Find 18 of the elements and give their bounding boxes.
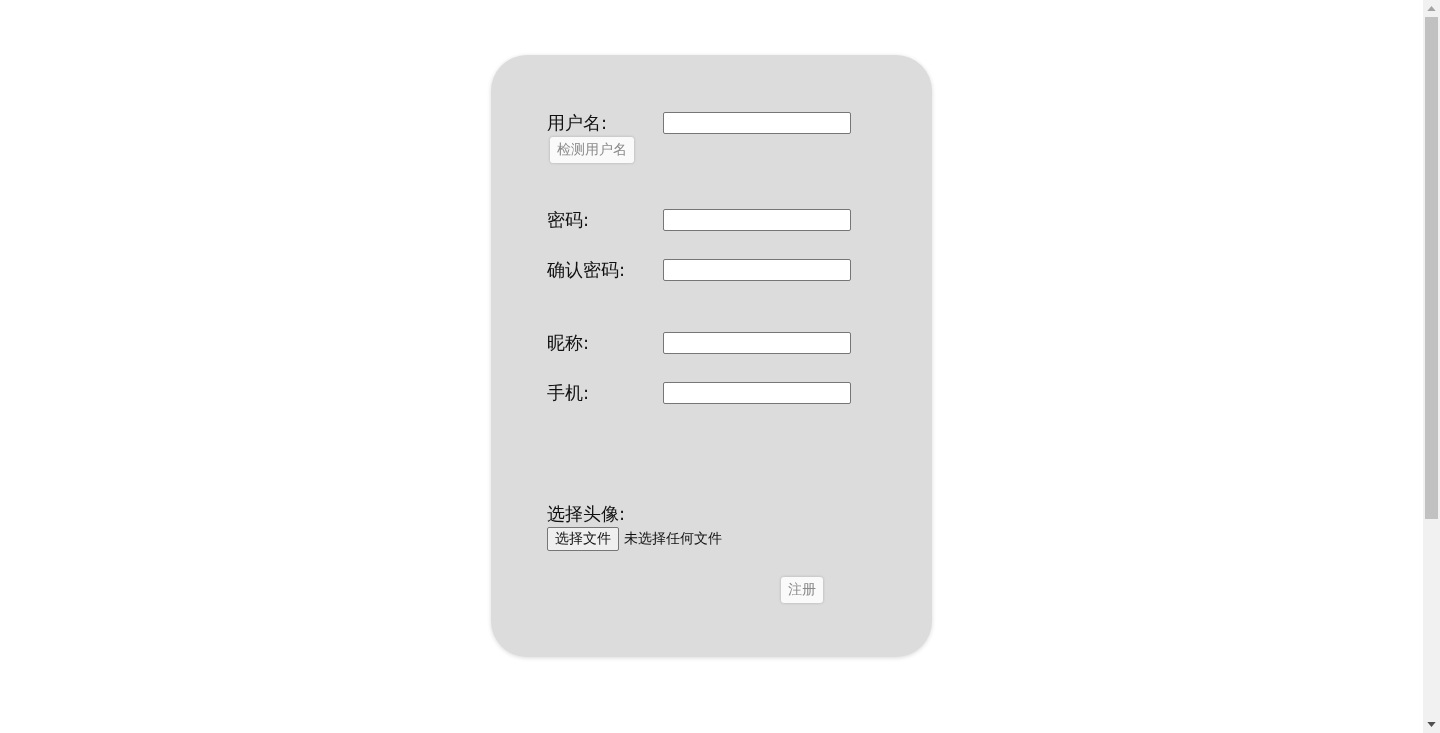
input-field[interactable] bbox=[663, 332, 851, 354]
field-label: 确认密码: bbox=[547, 258, 627, 282]
file-status-text: 未选择任何文件 bbox=[624, 530, 722, 548]
scroll-down-icon[interactable] bbox=[1427, 722, 1436, 727]
input-field[interactable] bbox=[663, 259, 851, 281]
check-username-button[interactable]: 检测用户名 bbox=[550, 137, 634, 163]
scrollbar-thumb[interactable] bbox=[1425, 17, 1438, 519]
input-field[interactable] bbox=[663, 209, 851, 231]
input-field[interactable] bbox=[663, 382, 851, 404]
register-button[interactable]: 注册 bbox=[781, 577, 823, 603]
field-label: 密码: bbox=[547, 208, 591, 232]
field-label: 用户名: bbox=[547, 111, 609, 135]
input-field[interactable] bbox=[663, 112, 851, 134]
field-label: 昵称: bbox=[547, 331, 591, 355]
scrollbar[interactable] bbox=[1423, 0, 1440, 733]
field-label: 选择头像: bbox=[547, 502, 627, 526]
field-label: 手机: bbox=[547, 381, 591, 405]
choose-file-button[interactable]: 选择文件 bbox=[547, 527, 619, 551]
